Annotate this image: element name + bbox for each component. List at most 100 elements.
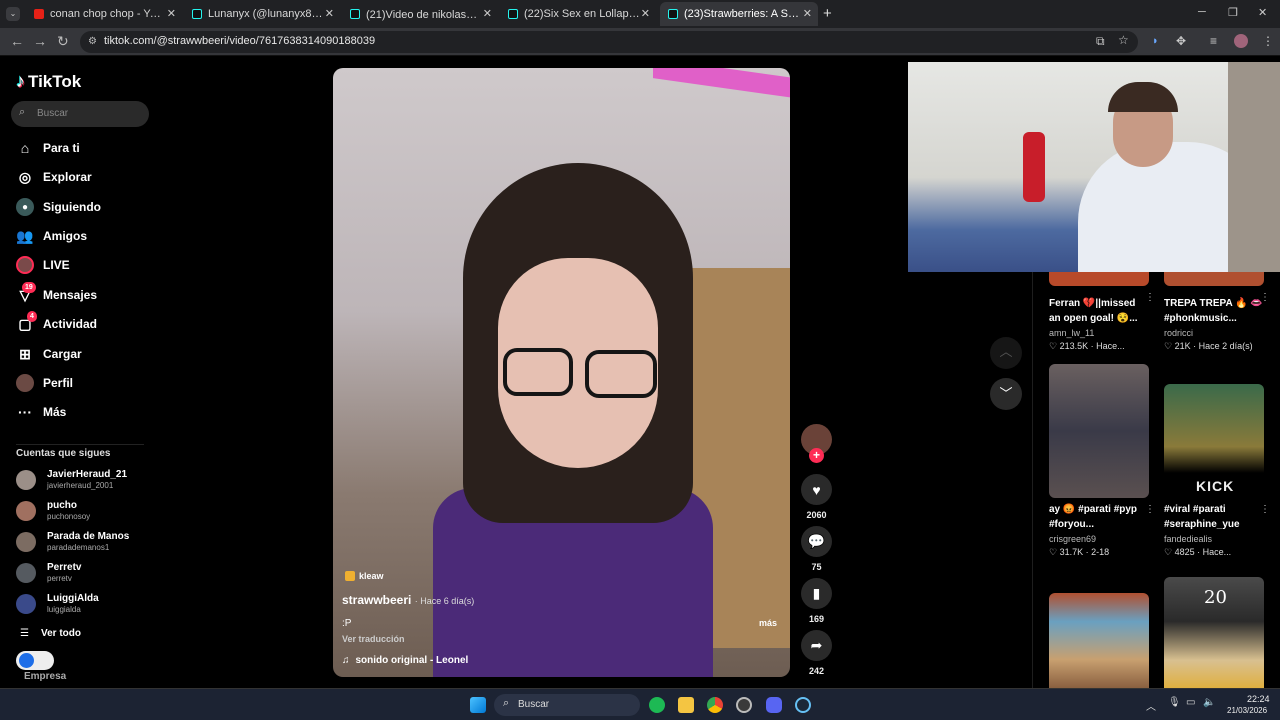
company-link[interactable]: Empresa bbox=[24, 671, 66, 682]
follow-plus-icon[interactable]: + bbox=[809, 448, 824, 463]
card-menu-icon[interactable]: ⋮ bbox=[1145, 292, 1155, 303]
bookmark-star-icon[interactable]: ☆ bbox=[1118, 33, 1129, 47]
search-icon: ⌕ bbox=[503, 697, 510, 709]
menu-item-mensajes[interactable]: ▽ 19 Mensajes bbox=[16, 282, 97, 306]
close-tab-icon[interactable]: ✕ bbox=[167, 7, 176, 20]
minimize-button[interactable]: ─ bbox=[1198, 6, 1206, 18]
toggle-knob-icon bbox=[19, 653, 34, 668]
toggle-switch[interactable] bbox=[16, 651, 54, 670]
monitor-icon[interactable]: ▭ bbox=[1186, 697, 1195, 708]
new-tab-button[interactable]: + bbox=[823, 5, 832, 22]
menu-item-amigos[interactable]: 👥 Amigos bbox=[16, 225, 87, 247]
spotify-icon[interactable] bbox=[649, 697, 665, 713]
close-tab-icon[interactable]: ✕ bbox=[325, 7, 334, 20]
tab-2[interactable]: Lunanyx (@lunanyx87) | TikTok✕ bbox=[184, 2, 340, 26]
windows-start-icon[interactable] bbox=[470, 697, 486, 713]
grid-card[interactable]: TREPA TREPA 🔥 👄 #phonkmusic... rodricci … bbox=[1164, 292, 1270, 352]
close-tab-icon[interactable]: ✕ bbox=[803, 7, 812, 20]
card-menu-icon[interactable]: ⋮ bbox=[1260, 504, 1270, 515]
menu-item-cargar[interactable]: ⊞ Cargar bbox=[16, 343, 82, 365]
comment-action[interactable]: 💬 75 bbox=[801, 526, 832, 572]
thumb-top-1[interactable] bbox=[1049, 272, 1149, 286]
taskbar-search[interactable]: ⌕ Buscar bbox=[494, 694, 640, 716]
extensions-icon[interactable]: ✥ bbox=[1176, 34, 1186, 48]
heart-icon[interactable]: ♥ bbox=[801, 474, 832, 505]
card-thumbnail[interactable] bbox=[1049, 364, 1149, 498]
like-count: 2060 bbox=[806, 510, 827, 520]
steam-icon[interactable] bbox=[795, 697, 811, 713]
tiktok-logo[interactable]: ♪ TikTok bbox=[16, 71, 81, 92]
site-info-icon[interactable]: ⚙ bbox=[88, 36, 97, 47]
thumb-top-2[interactable] bbox=[1164, 272, 1264, 286]
file-explorer-icon[interactable] bbox=[678, 697, 694, 713]
menu-kebab-icon[interactable]: ⋮ bbox=[1262, 34, 1274, 48]
card-stats: 21K · Hace 2 día(s) bbox=[1174, 341, 1253, 351]
chevron-down-icon[interactable]: ﹀ bbox=[990, 378, 1022, 410]
grid-card[interactable]: ay 😡 #parati #pyp #foryou... crisgreen69… bbox=[1049, 364, 1155, 558]
video-player[interactable]: kleaw strawwbeeri · Hace 6 día(s) :P más… bbox=[333, 68, 790, 677]
tab-search-icon[interactable]: ⌄ bbox=[6, 7, 20, 21]
extension-icon[interactable]: ◗ bbox=[1152, 35, 1159, 47]
close-window-button[interactable]: ✕ bbox=[1258, 6, 1267, 19]
menu-label: Siguiendo bbox=[43, 200, 101, 214]
menu-item-mas[interactable]: ··· Más bbox=[16, 401, 66, 423]
obs-icon[interactable] bbox=[736, 697, 752, 713]
bookmark-icon[interactable]: ▮ bbox=[801, 578, 832, 609]
clock-date[interactable]: 21/03/2026 bbox=[1227, 706, 1267, 715]
menu-item-explorar[interactable]: ◎ Explorar bbox=[16, 166, 92, 188]
thumb-bottom-2[interactable]: 20 bbox=[1164, 577, 1264, 688]
sticker-tag[interactable]: kleaw bbox=[345, 571, 384, 581]
menu-item-siguiendo[interactable]: ● Siguiendo bbox=[16, 196, 101, 218]
profile-icon bbox=[16, 374, 34, 392]
menu-item-para-ti[interactable]: ⌂ Para ti bbox=[16, 137, 80, 159]
microphone-icon[interactable]: 🎙 bbox=[1168, 697, 1181, 708]
tab-1[interactable]: conan chop chop - YouTube✕ bbox=[26, 2, 182, 26]
grid-card[interactable]: KICK #viral #parati #seraphine_yue fande… bbox=[1164, 384, 1270, 558]
close-tab-icon[interactable]: ✕ bbox=[641, 7, 650, 20]
sticker-icon bbox=[345, 571, 355, 581]
reload-icon[interactable]: ↻ bbox=[57, 33, 69, 50]
menu-item-live[interactable]: LIVE bbox=[16, 254, 70, 276]
url-box[interactable]: ⚙ tiktok.com/@strawwbeeri/video/76176383… bbox=[80, 31, 1138, 53]
heart-outline-icon: ♡ bbox=[1164, 341, 1175, 351]
see-all-link[interactable]: ☰ Ver todo bbox=[20, 628, 81, 639]
like-action[interactable]: ♥ 2060 bbox=[801, 474, 832, 520]
translate-link[interactable]: Ver traducción bbox=[342, 634, 405, 644]
live-icon bbox=[16, 256, 34, 274]
share-action[interactable]: ➦ 242 bbox=[801, 630, 832, 676]
media-icon[interactable]: ≡ bbox=[1210, 34, 1217, 48]
url-text[interactable]: tiktok.com/@strawwbeeri/video/7617638314… bbox=[104, 35, 375, 47]
clock-time[interactable]: 22:24 bbox=[1247, 694, 1270, 704]
tray-chevron-up-icon[interactable]: ︿ bbox=[1146, 698, 1156, 713]
save-action[interactable]: ▮ 169 bbox=[801, 578, 832, 624]
install-icon[interactable]: ⧉ bbox=[1096, 34, 1105, 49]
sound-row[interactable]: ♫ sonido original - Leonel bbox=[342, 655, 468, 666]
chevron-up-icon[interactable]: ︿ bbox=[990, 337, 1022, 369]
card-caption: Ferran 💔||missed an open goal! 😵... bbox=[1049, 298, 1138, 324]
thumb-bottom-1[interactable] bbox=[1049, 593, 1149, 688]
card-menu-icon[interactable]: ⋮ bbox=[1260, 292, 1270, 303]
profile-avatar-icon[interactable] bbox=[1234, 34, 1248, 48]
messages-badge: 19 bbox=[22, 282, 36, 293]
comment-icon[interactable]: 💬 bbox=[801, 526, 832, 557]
webcam-overlay bbox=[908, 62, 1280, 272]
discord-icon[interactable] bbox=[766, 697, 782, 713]
close-tab-icon[interactable]: ✕ bbox=[483, 7, 492, 20]
chrome-icon[interactable] bbox=[707, 697, 723, 713]
more-link[interactable]: más bbox=[759, 618, 777, 628]
menu-item-perfil[interactable]: Perfil bbox=[16, 372, 73, 394]
back-icon[interactable]: ← bbox=[10, 33, 24, 49]
tab-3[interactable]: (21)Video de nikolas1992 💕🔥✕ bbox=[342, 2, 498, 26]
volume-icon[interactable]: 🔈 bbox=[1203, 697, 1215, 708]
video-author[interactable]: strawwbeeri bbox=[342, 593, 411, 607]
restore-button[interactable]: ❐ bbox=[1228, 6, 1238, 19]
grid-card[interactable]: Ferran 💔||missed an open goal! 😵... amn_… bbox=[1049, 292, 1155, 352]
forward-icon[interactable]: → bbox=[33, 33, 47, 49]
card-menu-icon[interactable]: ⋮ bbox=[1145, 504, 1155, 515]
tab-4[interactable]: (22)Six Sex en Lollapalooza | Tik✕ bbox=[500, 2, 656, 26]
card-thumbnail[interactable]: KICK bbox=[1164, 384, 1264, 498]
menu-item-actividad[interactable]: ▢ 4 Actividad bbox=[16, 311, 97, 335]
share-icon[interactable]: ➦ bbox=[801, 630, 832, 661]
tab-5-active[interactable]: (23)Strawberries: A Sweet Treat✕ bbox=[660, 2, 818, 26]
search-input[interactable]: ⌕ Buscar bbox=[11, 101, 149, 127]
